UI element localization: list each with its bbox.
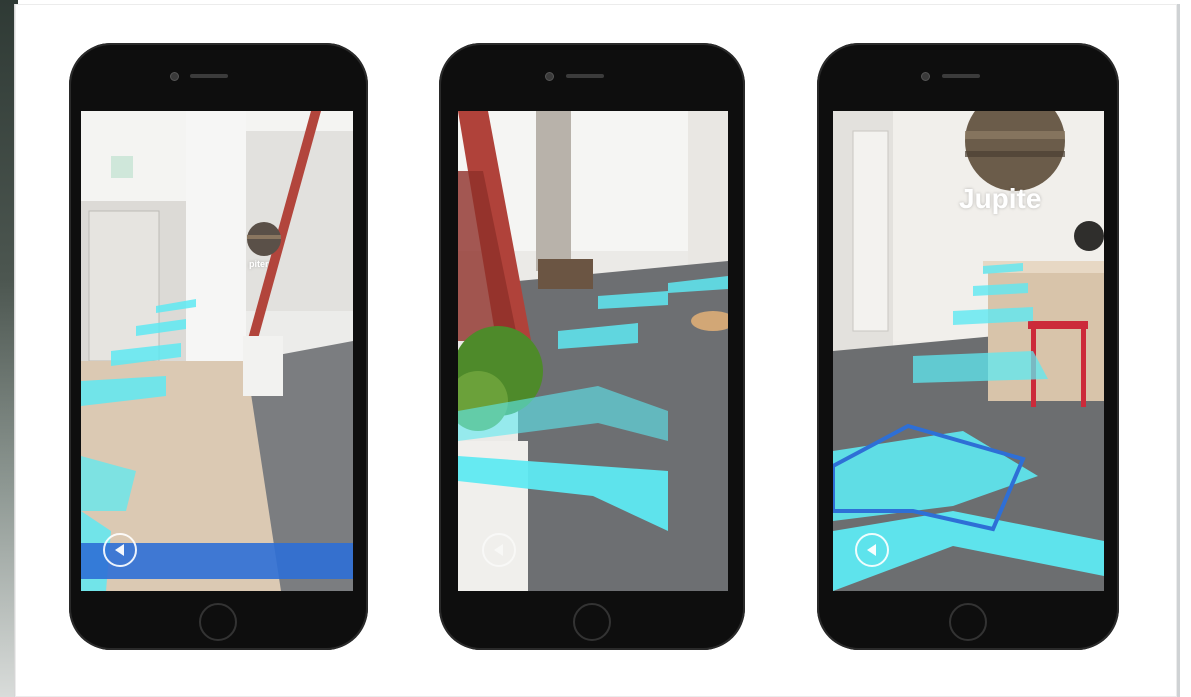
back-button[interactable]: [855, 533, 889, 567]
home-button-icon: [573, 603, 611, 641]
ar-camera-view-3: Jupite: [833, 111, 1104, 591]
camera-icon: [921, 72, 930, 81]
ar-scene-1: [81, 111, 353, 591]
nav-arrow: [913, 351, 1048, 383]
home-button-icon: [949, 603, 987, 641]
back-button[interactable]: [482, 533, 516, 567]
ar-camera-view-1: piter: [81, 111, 353, 591]
speaker-icon: [190, 74, 228, 78]
phone-mockup-3: Jupite: [817, 43, 1119, 650]
back-arrow-icon: [493, 544, 503, 556]
home-button-icon: [199, 603, 237, 641]
camera-icon: [170, 72, 179, 81]
planet-label: Jupite: [959, 183, 1042, 214]
speaker-icon: [566, 74, 604, 78]
ar-scene-2: [458, 111, 728, 591]
ar-camera-view-2: [458, 111, 728, 591]
phone-mockup-1: piter: [69, 43, 368, 650]
slide-frame: piter Jupite: [14, 4, 1180, 697]
back-button[interactable]: [103, 533, 137, 567]
phone-mockup-2: [439, 43, 745, 650]
speaker-icon: [942, 74, 980, 78]
back-arrow-icon: [114, 544, 124, 556]
back-arrow-icon: [866, 544, 876, 556]
camera-icon: [545, 72, 554, 81]
planet-label: piter: [249, 259, 269, 269]
